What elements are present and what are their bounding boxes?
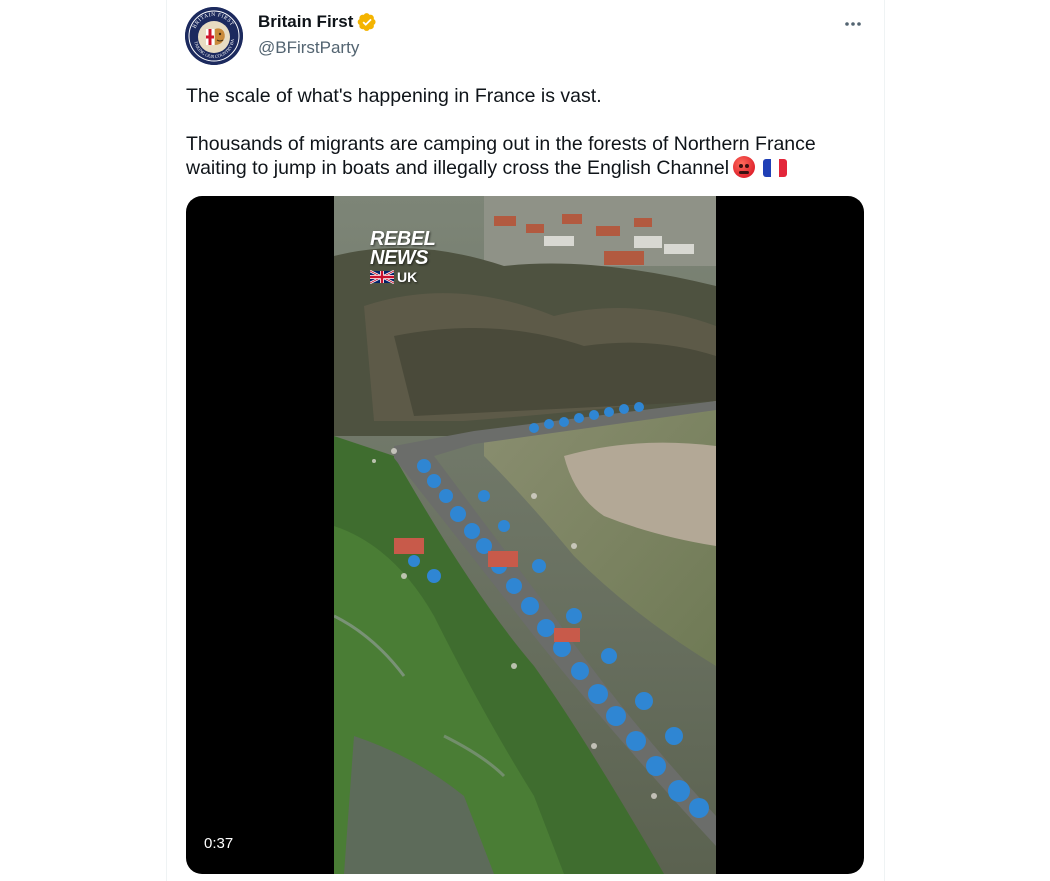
britain-first-logo-icon: BRITAIN FIRST TAKING OUR COUNTRY BACK <box>185 7 243 65</box>
tweet: BRITAIN FIRST TAKING OUR COUNTRY BACK Br… <box>167 0 884 881</box>
display-name[interactable]: Britain First <box>258 12 353 32</box>
tweet-paragraph-2: Thousands of migrants are camping out in… <box>186 132 876 180</box>
watermark-uk-label: UK <box>397 269 418 285</box>
more-dots-icon <box>845 22 861 26</box>
watermark-line-2: NEWS <box>370 247 429 269</box>
author-name-row[interactable]: Britain First <box>258 12 377 32</box>
tweet-text: The scale of what's happening in France … <box>186 84 876 180</box>
rebel-news-watermark: REBEL NEWS UK <box>370 229 436 285</box>
aerial-camp-video-thumbnail <box>334 196 716 874</box>
watermark-uk: UK <box>370 269 435 285</box>
column-border-right <box>884 0 885 881</box>
more-options-button[interactable] <box>839 10 867 38</box>
avatar[interactable]: BRITAIN FIRST TAKING OUR COUNTRY BACK <box>185 7 243 65</box>
uk-flag-icon <box>370 270 394 284</box>
tweet-paragraph-2-text: Thousands of migrants are camping out in… <box>186 133 816 179</box>
author-handle[interactable]: @BFirstParty <box>258 38 359 58</box>
video-player[interactable]: REBEL NEWS UK 0:37 <box>186 196 864 874</box>
france-flag-emoji-icon <box>763 159 788 177</box>
tweet-paragraph-1: The scale of what's happening in France … <box>186 85 602 107</box>
angry-face-emoji-icon <box>733 156 756 178</box>
video-duration-badge: 0:37 <box>197 833 241 854</box>
verified-badge-icon[interactable] <box>357 12 377 32</box>
video-frame[interactable]: REBEL NEWS UK <box>334 196 716 874</box>
